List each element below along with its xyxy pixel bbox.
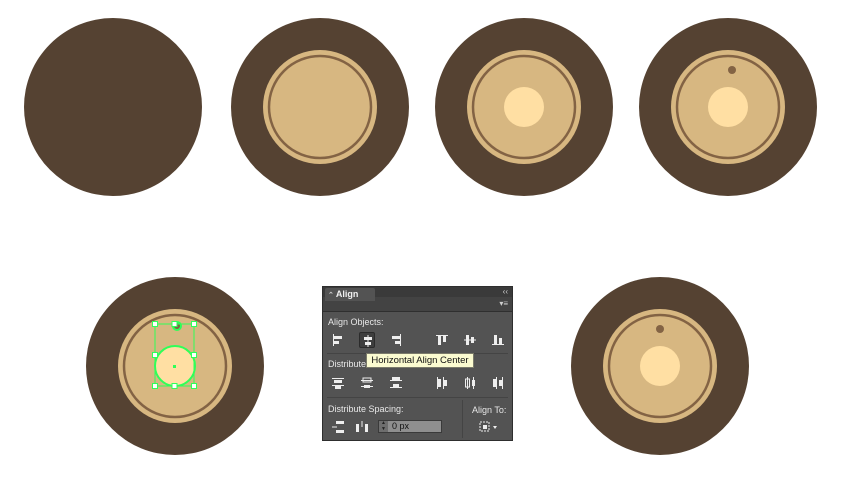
- align-objects-label: Align Objects:: [328, 317, 384, 327]
- collapse-panel-icon[interactable]: ‹‹: [503, 287, 508, 297]
- distribute-right-icon: [493, 377, 503, 389]
- center-light[interactable]: [708, 87, 748, 127]
- vertical-distribute-center-button[interactable]: [359, 375, 375, 391]
- vertical-distribute-space-button[interactable]: [330, 419, 346, 435]
- align-to-key-object-icon: [479, 421, 497, 432]
- distribute-vertical-center-icon: [361, 377, 373, 388]
- align-top-button[interactable]: [434, 332, 450, 348]
- horizontal-distribute-space-button[interactable]: [354, 419, 370, 435]
- align-left-icon: [333, 334, 342, 346]
- vertical-align-center-button[interactable]: [462, 332, 478, 348]
- badge-step-4[interactable]: [639, 18, 817, 196]
- distribute-horizontal-spacing-icon: [356, 421, 368, 432]
- distribute-spacing-label: Distribute Spacing:: [328, 404, 404, 414]
- badge-step-6[interactable]: [571, 277, 749, 455]
- vertical-distribute-bottom-button[interactable]: [388, 375, 404, 391]
- align-left-button[interactable]: [330, 332, 346, 348]
- align-vertical-center-icon: [464, 335, 476, 345]
- distribute-top-icon: [332, 378, 344, 389]
- tooltip: Horizontal Align Center: [366, 353, 474, 368]
- inner-disc[interactable]: [263, 50, 377, 164]
- center-light[interactable]: [504, 87, 544, 127]
- indicator-dot[interactable]: [656, 325, 664, 333]
- selection-center-point: [173, 365, 176, 368]
- horizontal-align-center-button[interactable]: [359, 332, 375, 348]
- align-right-icon: [392, 334, 401, 346]
- section-divider: [327, 397, 508, 398]
- horizontal-distribute-center-button[interactable]: [462, 375, 478, 391]
- spacing-value: 0 px: [392, 421, 410, 431]
- handle[interactable]: [171, 383, 178, 389]
- horizontal-distribute-right-button[interactable]: [490, 375, 506, 391]
- handle[interactable]: [152, 383, 158, 389]
- tab-align[interactable]: ⌃ Align: [325, 288, 375, 301]
- outer-disc[interactable]: [24, 18, 202, 196]
- align-top-icon: [436, 335, 448, 345]
- indicator-dot[interactable]: [728, 66, 736, 74]
- align-to-label: Align To:: [472, 405, 507, 415]
- align-to-dropdown[interactable]: [478, 420, 500, 434]
- badge-step-2[interactable]: [231, 18, 409, 196]
- handle[interactable]: [152, 321, 158, 327]
- badge-step-3[interactable]: [435, 18, 613, 196]
- distribute-left-icon: [437, 377, 447, 389]
- handle[interactable]: [191, 383, 197, 389]
- badge-step-1[interactable]: [24, 18, 202, 196]
- align-bottom-icon: [492, 335, 504, 345]
- tab-options-arrows-icon[interactable]: ⌃: [328, 292, 334, 299]
- tab-align-label: Align: [335, 289, 359, 299]
- section-divider-vertical: [462, 400, 463, 438]
- vertical-distribute-top-button[interactable]: [330, 375, 346, 391]
- spacing-stepper-icon[interactable]: ▲ ▼: [379, 420, 388, 432]
- horizontal-distribute-left-button[interactable]: [434, 375, 450, 391]
- handle[interactable]: [152, 352, 158, 358]
- align-right-button[interactable]: [388, 332, 404, 348]
- spacing-input[interactable]: ▲ ▼ 0 px: [378, 420, 442, 433]
- panel-menu-icon[interactable]: ▾≡: [499, 298, 508, 310]
- distribute-vertical-spacing-icon: [332, 421, 344, 433]
- badge-step-5[interactable]: [86, 277, 264, 455]
- handle[interactable]: [191, 321, 197, 327]
- distribute-objects-label: Distribute: [328, 359, 367, 369]
- align-bottom-button[interactable]: [490, 332, 506, 348]
- distribute-bottom-icon: [390, 377, 402, 388]
- handle[interactable]: [191, 352, 197, 358]
- distribute-horizontal-center-icon: [465, 377, 475, 389]
- center-light[interactable]: [640, 346, 680, 386]
- align-horizontal-center-icon: [364, 335, 372, 347]
- handle[interactable]: [171, 321, 178, 327]
